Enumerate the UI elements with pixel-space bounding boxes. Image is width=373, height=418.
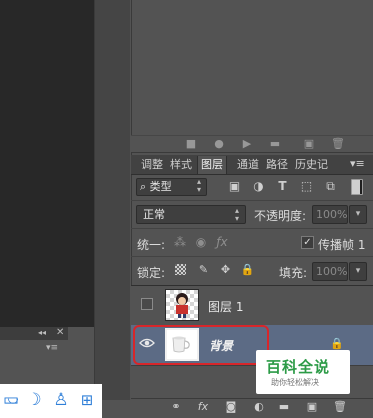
close-icon[interactable]: ✕ xyxy=(56,327,64,338)
tab-layers[interactable]: 图层 xyxy=(197,156,227,174)
tab-adjustments[interactable]: 调整 xyxy=(138,156,166,174)
tab-styles[interactable]: 样式 xyxy=(167,156,195,174)
folder-icon[interactable]: ▬ xyxy=(276,399,292,415)
new-icon[interactable]: ▣ xyxy=(302,138,316,150)
divider xyxy=(131,200,373,201)
select-arrows-icon: ▴ ▾ xyxy=(197,177,202,194)
folder-icon[interactable]: ▬ xyxy=(268,138,282,150)
play-icon[interactable]: ▶ xyxy=(240,138,254,150)
lock-label: 锁定: xyxy=(137,266,166,280)
lock-all-icon[interactable]: 🔒 xyxy=(240,262,255,277)
tab-channels[interactable]: 通道 xyxy=(234,156,262,174)
cartoon-figure-thumbnail xyxy=(176,293,188,318)
user-icon[interactable]: ♙ xyxy=(51,390,71,410)
panel-menu-icon[interactable]: ▾≡ xyxy=(46,343,58,353)
link-icon[interactable]: ⚭ xyxy=(168,399,184,415)
visibility-toggle[interactable] xyxy=(141,298,153,310)
unify-style-icon[interactable]: ƒx xyxy=(214,234,230,250)
blend-mode-select[interactable]: 正常 xyxy=(136,205,246,224)
coffee-icon[interactable]: ◡ xyxy=(3,389,23,409)
smart-object-filter-icon[interactable]: ⧉ xyxy=(323,179,338,194)
divider xyxy=(131,228,373,229)
moon-icon[interactable]: ☽ xyxy=(24,390,44,410)
propagate-frame-label: 传播帧 1 xyxy=(318,238,366,252)
lock-transparent-pixels-icon[interactable] xyxy=(175,264,186,275)
fill-dropdown-button[interactable]: ▾ xyxy=(349,262,367,281)
filter-toggle-knob xyxy=(352,180,360,194)
propagate-frame-checkbox[interactable]: ✓ xyxy=(301,236,314,249)
opacity-label: 不透明度: xyxy=(254,209,307,223)
stop-icon[interactable]: ■ xyxy=(184,138,198,150)
select-arrows-icon: ▴ ▾ xyxy=(235,206,240,223)
collapse-icon[interactable]: ◂◂ xyxy=(38,328,46,337)
trash-icon[interactable]: 🗑 xyxy=(332,399,348,415)
fx-icon[interactable]: fx xyxy=(195,399,211,415)
search-icon: ⌕ xyxy=(140,180,147,193)
opacity-dropdown-button[interactable]: ▾ xyxy=(349,205,367,224)
grid-icon[interactable]: ⊞ xyxy=(77,390,97,410)
fill-label: 填充: xyxy=(279,266,308,280)
record-icon[interactable]: ● xyxy=(212,138,226,150)
tab-paths[interactable]: 路径 xyxy=(263,156,291,174)
lock-image-pixels-icon[interactable]: ✎ xyxy=(196,262,211,277)
lock-position-icon[interactable]: ✥ xyxy=(218,262,233,277)
panel-menu-icon[interactable]: ▾≡ xyxy=(350,157,365,170)
pixel-filter-icon[interactable]: ▣ xyxy=(227,179,242,194)
shape-filter-icon[interactable]: ⬚ xyxy=(299,179,314,194)
filter-kind-label: 类型 xyxy=(149,180,172,193)
watermark-title: 百科全说 xyxy=(266,358,331,376)
fill-input[interactable]: 100% xyxy=(312,262,348,281)
tab-history[interactable]: 历史记 xyxy=(292,156,331,174)
type-filter-icon[interactable]: T xyxy=(275,179,290,194)
opacity-input[interactable]: 100% xyxy=(312,205,348,224)
upper-panel xyxy=(131,0,373,135)
mask-icon[interactable]: ◙ xyxy=(223,399,239,415)
watermark-subtitle: 助你轻松解决 xyxy=(271,378,319,387)
unify-visibility-icon[interactable]: ◉ xyxy=(193,234,209,250)
annotation-highlight xyxy=(133,325,269,365)
divider xyxy=(131,256,373,257)
layer-lock-icon: 🔒 xyxy=(330,337,344,350)
adjustment-icon[interactable]: ◐ xyxy=(251,399,267,415)
workspace-gutter xyxy=(94,0,130,400)
layer-name[interactable]: 图层 1 xyxy=(208,298,243,315)
adjustment-filter-icon[interactable]: ◑ xyxy=(251,179,266,194)
new-layer-icon[interactable]: ▣ xyxy=(304,399,320,415)
trash-icon[interactable]: 🗑 xyxy=(331,138,345,150)
unify-label: 统一: xyxy=(137,238,166,252)
unify-position-icon[interactable]: ⁂ xyxy=(172,234,188,250)
document-canvas[interactable] xyxy=(0,0,94,327)
